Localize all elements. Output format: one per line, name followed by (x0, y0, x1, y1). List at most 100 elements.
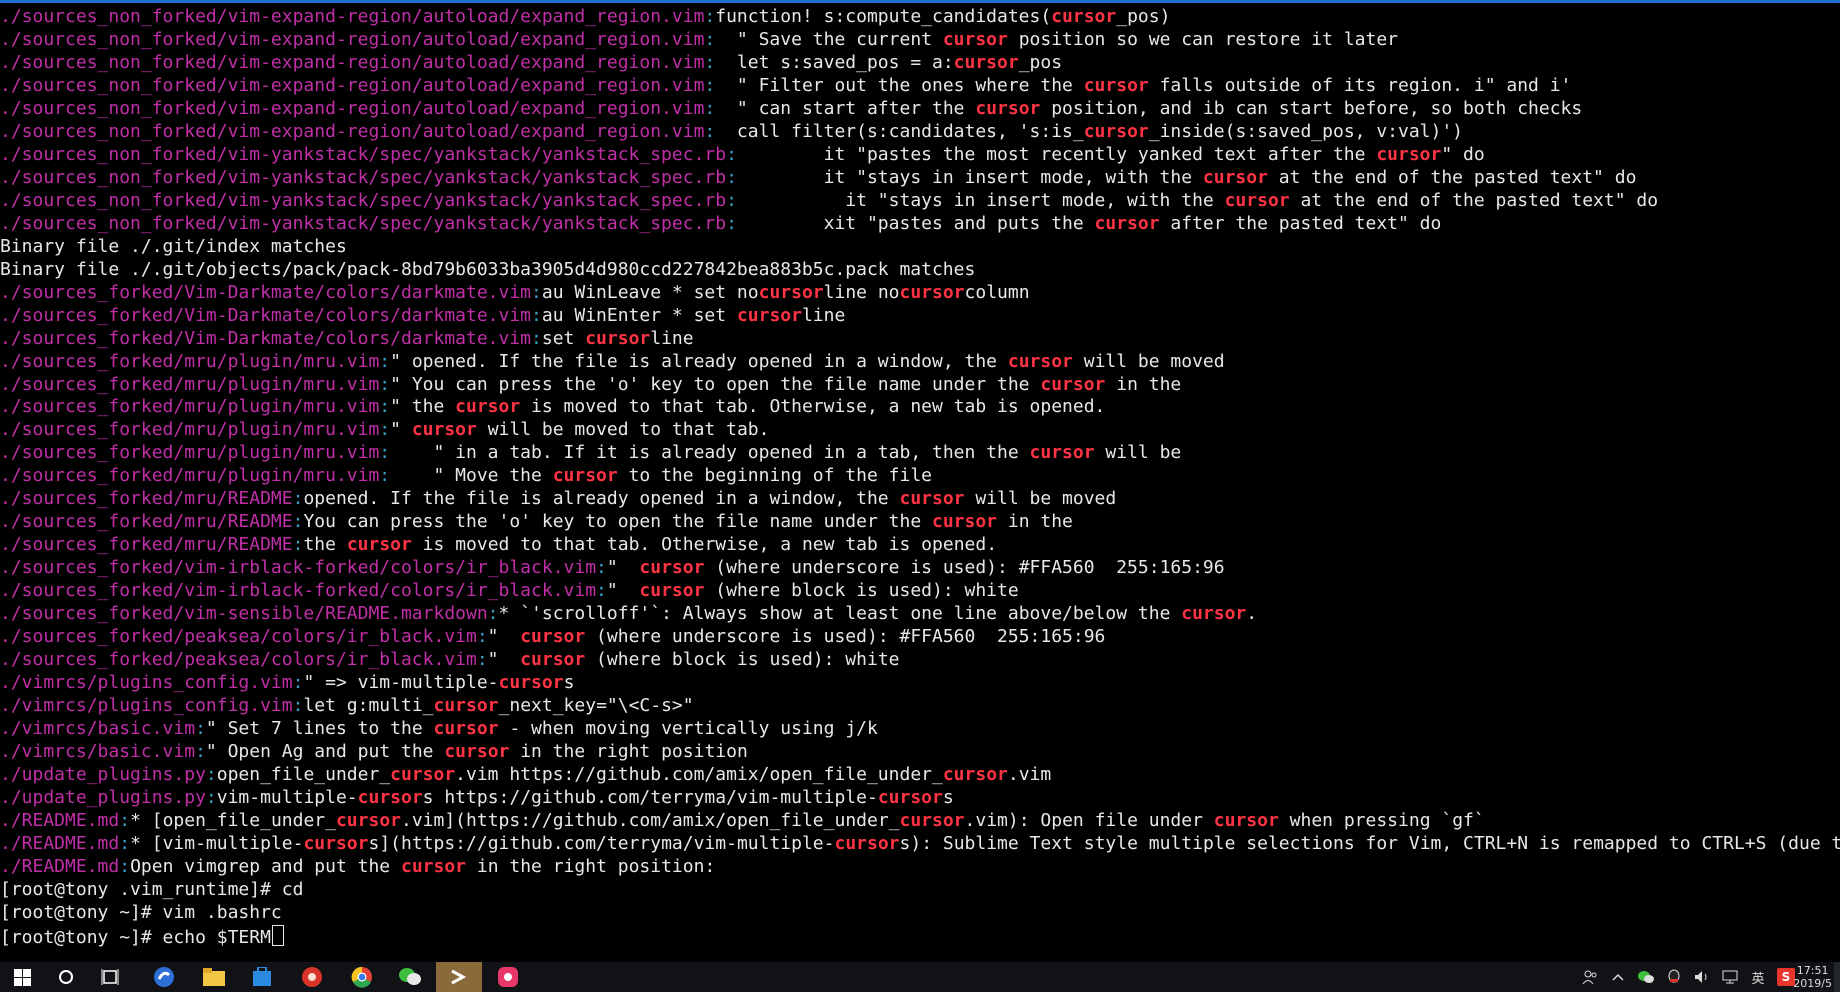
match-content: au WinLeave * set nocursorline nocursorc… (541, 281, 1030, 303)
match-content: function! s:compute_candidates(cursor_po… (715, 6, 1171, 27)
match-filename: ./sources_non_forked/vim-expand-region/a… (0, 120, 705, 142)
match-content: the cursor is moved to that tab. Otherwi… (303, 534, 998, 556)
match-filename: ./sources_non_forked/vim-expand-region/a… (0, 6, 705, 27)
match-content: " cursor (where underscore is used): #FF… (487, 626, 1106, 648)
match-content: " Save the current cursor position so we… (715, 28, 1398, 50)
sogou-icon[interactable]: S (1777, 968, 1795, 986)
cortana-search-icon[interactable] (44, 962, 88, 992)
terminal-line: ./README.md:Open vimgrep and put the cur… (0, 856, 1840, 879)
match-content: let g:multi_cursor_next_key="\<C-s>" (303, 695, 694, 717)
terminal-line: ./sources_non_forked/vim-expand-region/a… (0, 121, 1840, 144)
match-highlight: cursor (942, 28, 1008, 50)
match-filename: ./sources_forked/mru/README (0, 511, 293, 533)
match-highlight: cursor (834, 832, 900, 854)
filename-separator: : (119, 855, 131, 877)
filename-separator: : (292, 488, 304, 510)
volume-icon[interactable] (1693, 968, 1711, 986)
match-highlight: cursor (520, 626, 586, 648)
match-filename: ./README.md (0, 809, 120, 831)
match-filename: ./sources_forked/mru/plugin/mru.vim (0, 373, 380, 395)
match-highlight: cursor (433, 695, 499, 717)
qq-tray-icon[interactable] (1665, 968, 1683, 986)
taskbar-clock[interactable]: 17:51 2019/5 (1793, 964, 1832, 990)
terminal-line: ./vimrcs/basic.vim:" Open Ag and put the… (0, 741, 1840, 764)
filename-separator: : (195, 741, 206, 762)
show-desktop-button[interactable] (1834, 962, 1840, 992)
filename-separator: : (379, 396, 391, 418)
ime-icon[interactable]: 英 (1749, 968, 1767, 987)
match-highlight: cursor (1029, 442, 1095, 464)
terminal-line: ./sources_forked/mru/README:the cursor i… (0, 534, 1840, 557)
match-highlight: cursor (411, 419, 477, 441)
camera-app-icon[interactable] (486, 962, 530, 992)
terminal-output[interactable]: ./sources_non_forked/vim-expand-region/a… (0, 6, 1840, 962)
match-filename: ./sources_forked/Vim-Darkmate/colors/dar… (0, 281, 532, 303)
task-view-icon[interactable] (88, 962, 132, 992)
app-red-icon[interactable] (290, 962, 334, 992)
match-filename: ./sources_forked/mru/plugin/mru.vim (0, 350, 380, 372)
match-content: " cursor will be moved to that tab. (390, 419, 770, 441)
match-content: " cursor (where underscore is used): #FF… (606, 557, 1225, 579)
match-highlight: cursor (390, 763, 456, 785)
match-highlight: cursor (639, 580, 705, 602)
match-filename: ./sources_non_forked/vim-yankstack/spec/… (0, 212, 727, 234)
network-icon[interactable] (1721, 968, 1739, 986)
filename-separator: : (704, 74, 716, 96)
match-content: " opened. If the file is already opened … (390, 350, 1225, 372)
filename-separator: : (704, 6, 716, 27)
filename-separator: : (531, 281, 542, 303)
filename-separator: : (292, 672, 304, 694)
match-content: * `'scrolloff'`: Always show at least on… (498, 603, 1258, 625)
match-highlight: cursor (498, 672, 564, 694)
match-content: " Open Ag and put the cursor in the righ… (205, 741, 748, 762)
terminal-line: ./README.md:* [open_file_under_cursor.vi… (0, 810, 1840, 833)
terminal-line: ./update_plugins.py:vim-multiple-cursors… (0, 787, 1840, 810)
match-highlight: cursor (433, 718, 499, 740)
filename-separator: : (119, 809, 131, 831)
filename-separator: : (704, 51, 716, 73)
terminal-line: ./sources_non_forked/vim-yankstack/spec/… (0, 167, 1840, 190)
filename-separator: : (476, 626, 488, 648)
match-highlight: cursor (899, 281, 965, 303)
chevron-up-icon[interactable] (1609, 968, 1627, 986)
match-highlight: cursor (1213, 809, 1279, 831)
terminal-line: ./sources_forked/mru/plugin/mru.vim: " i… (0, 442, 1840, 465)
match-highlight: cursor (1224, 189, 1290, 211)
terminal-line: ./sources_forked/vim-irblack-forked/colo… (0, 580, 1840, 603)
match-filename: ./sources_forked/mru/plugin/mru.vim (0, 396, 380, 418)
terminal-icon[interactable] (436, 962, 482, 992)
terminal-line: [root@tony .vim_runtime]# cd (0, 879, 1840, 902)
filename-separator: : (531, 327, 542, 349)
terminal-line: ./sources_non_forked/vim-expand-region/a… (0, 52, 1840, 75)
file-explorer-icon[interactable] (192, 962, 236, 992)
browser-icon[interactable] (142, 962, 186, 992)
match-highlight: cursor (899, 488, 965, 510)
store-icon[interactable] (240, 962, 284, 992)
chrome-icon[interactable] (340, 962, 384, 992)
windows-start-icon[interactable] (0, 962, 44, 992)
filename-separator: : (726, 143, 737, 165)
match-filename: ./vimrcs/plugins_config.vim (0, 695, 293, 717)
terminal-line: ./sources_forked/mru/plugin/mru.vim:" cu… (0, 419, 1840, 442)
terminal-line: ./sources_forked/Vim-Darkmate/colors/dar… (0, 305, 1840, 328)
filename-separator: : (379, 373, 391, 395)
match-content: * [open_file_under_cursor.vim](https://g… (130, 809, 1485, 831)
match-highlight: cursor (335, 809, 401, 831)
match-content: " in a tab. If it is already opened in a… (390, 442, 1182, 464)
wechat-icon[interactable] (388, 962, 432, 992)
match-highlight: cursor (639, 557, 705, 579)
match-highlight: cursor (346, 534, 412, 556)
terminal-line: ./sources_forked/vim-irblack-forked/colo… (0, 557, 1840, 580)
clock-time: 17:51 (1796, 964, 1829, 977)
match-filename: ./sources_non_forked/vim-yankstack/spec/… (0, 143, 727, 165)
match-filename: ./sources_forked/mru/plugin/mru.vim (0, 442, 380, 464)
terminal-text: Binary file ./.git/objects/pack/pack-8bd… (0, 258, 976, 280)
filename-separator: : (119, 832, 131, 854)
match-highlight: cursor (1040, 373, 1106, 395)
terminal-text: [root@tony .vim_runtime]# cd (0, 878, 304, 900)
terminal-line: ./update_plugins.py:open_file_under_curs… (0, 764, 1840, 787)
match-filename: ./vimrcs/plugins_config.vim (0, 672, 293, 694)
wechat-tray-icon[interactable] (1637, 968, 1655, 986)
match-filename: ./sources_non_forked/vim-yankstack/spec/… (0, 166, 727, 188)
people-icon[interactable] (1581, 968, 1599, 986)
